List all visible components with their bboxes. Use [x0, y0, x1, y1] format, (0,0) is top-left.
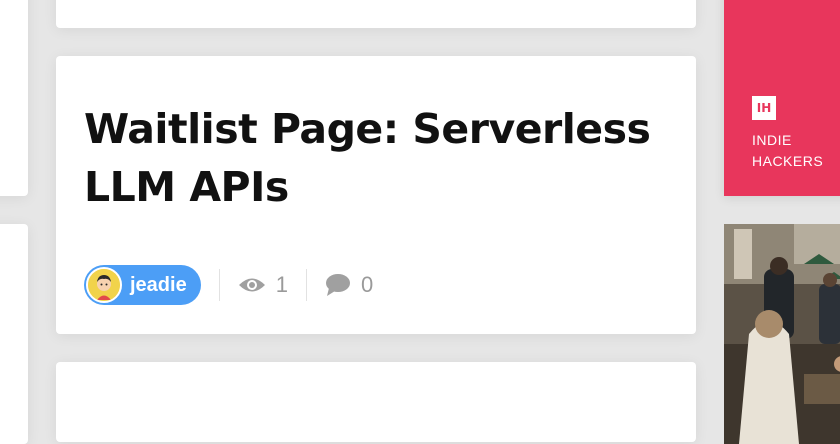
cafe-photo-image — [724, 224, 840, 444]
post-meta: jeadie 1 0 — [84, 264, 373, 306]
adjacent-card-left-bottom — [0, 224, 28, 444]
avatar — [86, 267, 122, 303]
author-name: jeadie — [130, 273, 187, 296]
promo-photo[interactable] — [724, 224, 840, 444]
promo-line-2: HACKERS — [752, 153, 824, 169]
author-pill[interactable]: jeadie — [84, 265, 201, 305]
promo-line-1: INDIE — [752, 132, 792, 148]
views-count: 1 — [275, 272, 288, 297]
comment-icon — [325, 274, 350, 296]
comments-count: 0 — [360, 272, 374, 297]
views-stat: 1 — [238, 272, 288, 298]
next-post-card[interactable] — [56, 362, 696, 442]
promo-text: INDIE HACKERS — [752, 130, 823, 172]
previous-post-card[interactable] — [56, 0, 696, 28]
indie-hackers-logo: IH — [752, 96, 776, 120]
divider — [218, 269, 220, 301]
post-card[interactable]: Waitlist Page: Serverless LLM APIs jeadi… — [56, 56, 696, 334]
divider — [305, 269, 307, 301]
indie-hackers-promo[interactable]: IH INDIE HACKERS — [724, 0, 840, 196]
eye-icon — [238, 278, 265, 292]
post-title[interactable]: Waitlist Page: Serverless LLM APIs — [84, 100, 664, 216]
comments-stat[interactable]: 0 — [325, 272, 373, 298]
adjacent-card-left-top — [0, 0, 28, 196]
